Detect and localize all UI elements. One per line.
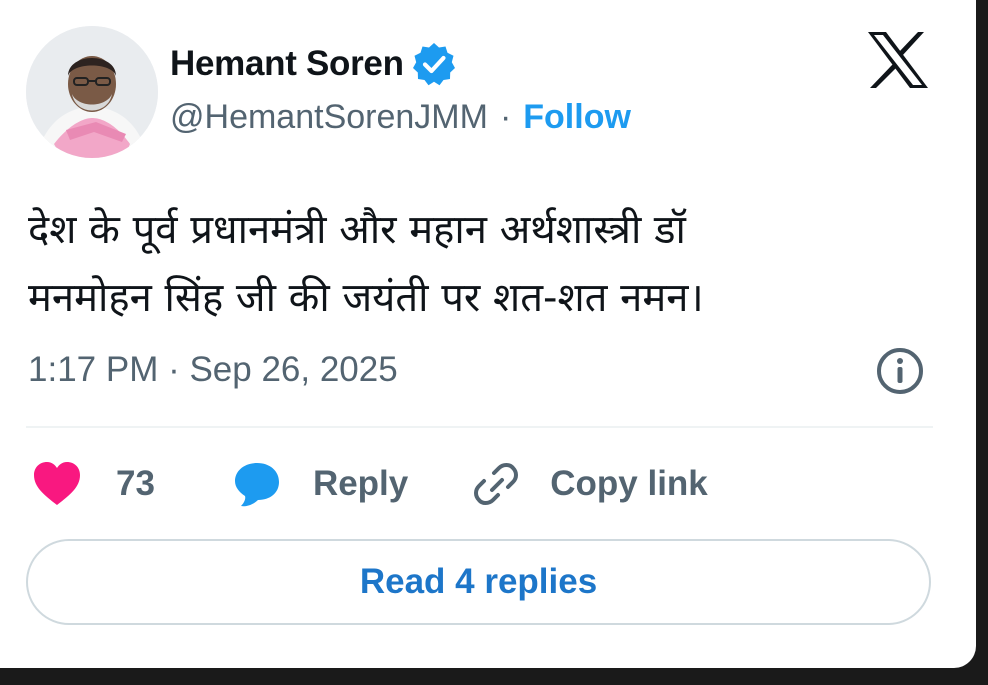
- follow-button[interactable]: Follow: [523, 98, 631, 137]
- tweet-text-line: देश के पूर्व प्रधानमंत्री और महान अर्थशा…: [28, 207, 686, 253]
- author-handle-row: @HemantSorenJMM · Follow: [170, 98, 631, 137]
- divider: [26, 426, 933, 428]
- author-avatar[interactable]: [26, 26, 158, 158]
- tweet-text-line: मनमोहन सिंह जी की जयंती पर शत-शत नमन।: [28, 275, 704, 321]
- like-count: 73: [116, 464, 155, 503]
- tweet-card: Hemant Soren @HemantSorenJMM · Follow दे…: [0, 0, 976, 668]
- tweet-timestamp[interactable]: 1:17 PM · Sep 26, 2025: [28, 350, 398, 390]
- avatar-photo: [26, 26, 158, 158]
- author-display-name[interactable]: Hemant Soren: [170, 44, 404, 84]
- reply-label: Reply: [312, 464, 409, 503]
- heart-icon: [34, 462, 80, 505]
- read-replies-button[interactable]: Read 4 replies: [26, 539, 931, 625]
- action-bar: 73 Reply Copy link: [32, 456, 708, 512]
- reply-bubble-icon: [234, 463, 279, 507]
- info-icon[interactable]: [875, 346, 925, 396]
- link-icon: [474, 463, 519, 505]
- read-replies-label: Read 4 replies: [359, 562, 598, 601]
- copy-link-label: Copy link: [550, 464, 708, 503]
- separator-dot: ·: [499, 98, 512, 136]
- author-name-row: Hemant Soren: [170, 40, 458, 88]
- tweet-text: देश के पूर्व प्रधानमंत्री और महान अर्थशा…: [28, 196, 948, 332]
- reply-button[interactable]: Reply: [233, 461, 408, 507]
- copy-link-button[interactable]: Copy link: [472, 460, 708, 508]
- author-handle[interactable]: @HemantSorenJMM: [170, 98, 488, 137]
- verified-badge-icon: [410, 40, 458, 88]
- x-logo-icon[interactable]: [866, 30, 930, 90]
- like-action[interactable]: 73: [32, 461, 155, 507]
